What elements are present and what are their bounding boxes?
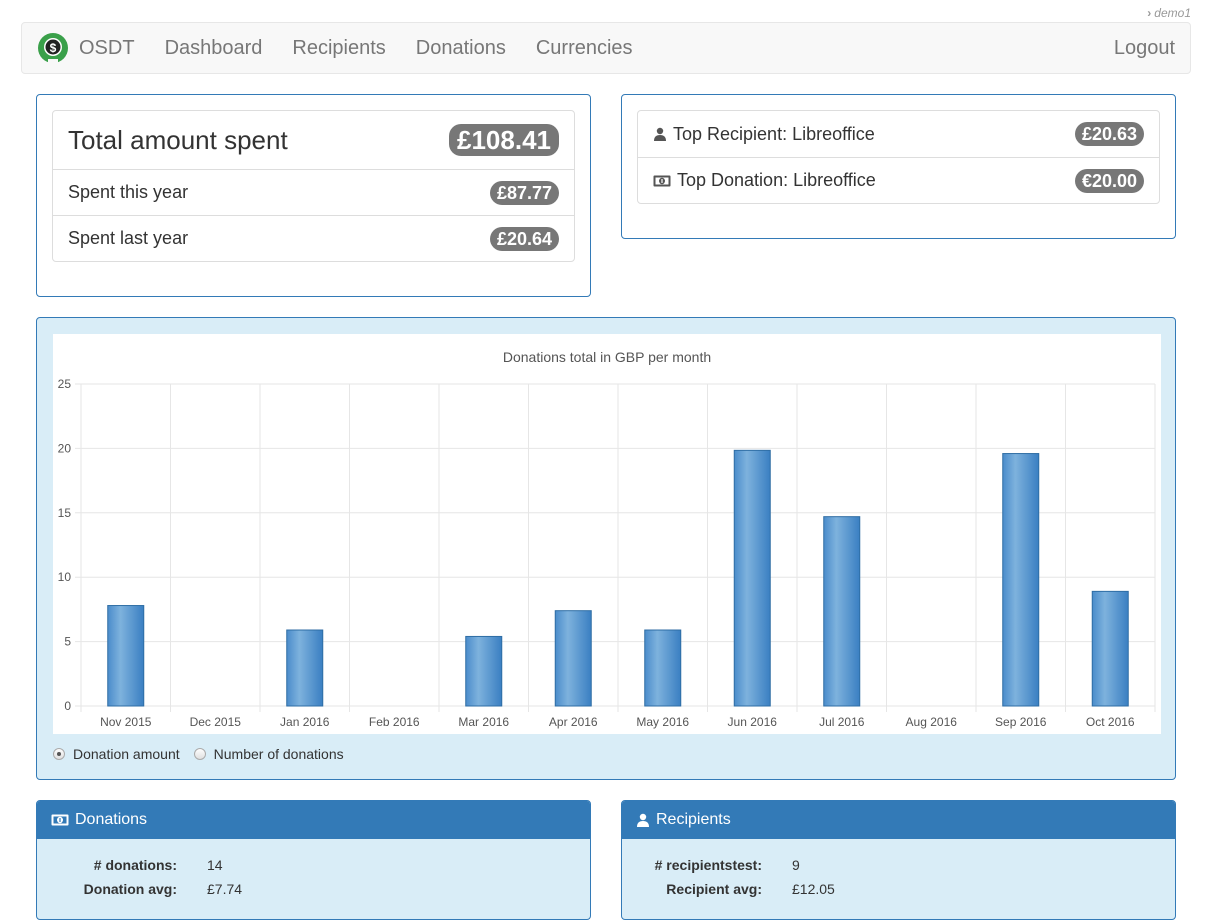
chart-title: Donations total in GBP per month: [503, 349, 711, 365]
x-tick-label: Jul 2016: [819, 715, 865, 729]
x-axis-ticks: Nov 2015 Dec 2015 Jan 2016 Feb 2016 Mar 2016…: [100, 715, 1135, 729]
donations-bar-chart: Donations total in GBP per month 0 5 10 15 2…: [58, 349, 1156, 729]
y-tick-label: 20: [58, 441, 72, 455]
x-tick-label: Apr 2016: [549, 715, 598, 729]
y-tick-label: 15: [58, 506, 72, 520]
top-donation-label: Top Donation: Libreoffice: [677, 170, 876, 190]
x-tick-label: Jun 2016: [728, 715, 778, 729]
stat-row: Donation avg: £7.74: [37, 877, 590, 901]
spent-last-year-label: Spent last year: [68, 228, 189, 248]
total-spent-label: Total amount spent: [68, 124, 288, 155]
spent-this-year-label: Spent this year: [68, 182, 189, 202]
spent-this-year-badge: £87.77: [489, 180, 559, 205]
y-tick-label: 10: [58, 570, 72, 584]
top-recipient-badge: £20.63: [1074, 122, 1144, 146]
spent-last-year-item: Spent last year £20.64: [53, 215, 574, 261]
radio-donation-amount-dot[interactable]: [53, 748, 65, 760]
y-axis-ticks: 0 5 10 15 20 25: [58, 377, 72, 713]
top-recipient-label: Top Recipient: Libreoffice: [673, 123, 875, 144]
donations-panel-heading: Donations: [37, 801, 590, 839]
brand[interactable]: $ OSDT: [37, 32, 135, 64]
x-tick-label: Oct 2016: [1086, 715, 1135, 729]
chart-container: Donations total in GBP per month 0 5 10 15 2…: [53, 334, 1161, 734]
top-donation-item: Top Donation: Libreoffice €20.00: [638, 157, 1159, 203]
bar-jun-2016[interactable]: [733, 449, 771, 707]
radio-donation-amount-label: Donation amount: [73, 746, 180, 762]
stat-row: Recipient avg: £12.05: [622, 877, 1175, 901]
stat-row: # recipientstest: 9: [622, 853, 1175, 877]
stat-value: £12.05: [792, 881, 835, 897]
user-icon: [637, 813, 649, 827]
recipients-panel-heading: Recipients: [622, 801, 1175, 839]
spent-last-year-badge: £20.64: [489, 226, 559, 251]
stat-key: # donations:: [93, 857, 177, 873]
x-tick-label: Sep 2016: [995, 715, 1047, 729]
bar-nov-2015[interactable]: [107, 605, 145, 707]
radio-number-of-donations[interactable]: Number of donations: [193, 746, 344, 762]
bar-apr-2016[interactable]: [554, 610, 592, 707]
money-icon: [51, 814, 69, 826]
username: demo1: [1154, 6, 1191, 20]
radio-number-of-donations-label: Number of donations: [213, 746, 344, 762]
radio-donation-amount[interactable]: Donation amount: [53, 746, 180, 762]
current-user[interactable]: › demo1: [1147, 6, 1191, 20]
dollar-logo-icon: $: [38, 33, 68, 64]
recipients-stats-panel: Recipients # recipientstest: 9 Recipient…: [621, 800, 1176, 920]
bar-jul-2016[interactable]: [823, 516, 861, 707]
x-tick-label: Nov 2015: [100, 715, 152, 729]
nav-donations[interactable]: Donations: [416, 37, 506, 60]
x-tick-label: May 2016: [636, 715, 689, 729]
totals-panel: Total amount spent £108.41 Spent this ye…: [36, 94, 591, 297]
total-spent-badge: £108.41: [449, 124, 559, 156]
totals-list: Total amount spent £108.41 Spent this ye…: [52, 110, 575, 262]
x-tick-label: Mar 2016: [458, 715, 509, 729]
nav-recipients[interactable]: Recipients: [292, 37, 385, 60]
top-donation-badge: €20.00: [1074, 168, 1144, 193]
svg-text:$: $: [50, 41, 57, 55]
stat-value: 14: [207, 857, 223, 873]
chevron-right-icon: ›: [1147, 6, 1152, 20]
brand-name: OSDT: [79, 36, 135, 59]
donations-stats-panel: Donations # donations: 14 Donation avg: …: [36, 800, 591, 920]
bar-mar-2016[interactable]: [465, 635, 503, 707]
money-icon: [653, 175, 671, 186]
top-items-list: Top Recipient: Libreoffice £20.63 Top Do…: [637, 110, 1160, 204]
y-tick-label: 0: [64, 699, 71, 713]
top-items-panel: Top Recipient: Libreoffice £20.63 Top Do…: [621, 94, 1176, 239]
donations-panel-title: Donations: [75, 811, 148, 828]
y-tick-label: 25: [58, 377, 72, 391]
chart-grid: [75, 383, 1156, 712]
stat-value: 9: [792, 857, 800, 873]
stat-key: # recipientstest:: [654, 857, 762, 873]
x-tick-label: Aug 2016: [906, 715, 958, 729]
recipients-panel-title: Recipients: [656, 811, 731, 828]
x-tick-label: Feb 2016: [369, 715, 420, 729]
nav-currencies[interactable]: Currencies: [536, 37, 633, 60]
x-tick-label: Jan 2016: [280, 715, 330, 729]
navbar: $ OSDT Dashboard Recipients Donations Cu…: [21, 22, 1191, 74]
top-recipient-item: Top Recipient: Libreoffice £20.63: [638, 111, 1159, 157]
y-tick-label: 5: [64, 635, 71, 649]
bar-sep-2016[interactable]: [1002, 453, 1040, 707]
bar-oct-2016[interactable]: [1091, 590, 1129, 707]
radio-number-of-donations-dot[interactable]: [193, 748, 206, 760]
stat-key: Recipient avg:: [666, 881, 762, 897]
total-spent-item: Total amount spent £108.41: [53, 111, 574, 169]
user-icon: [654, 127, 666, 141]
bar-may-2016[interactable]: [644, 629, 682, 707]
bar-jan-2016[interactable]: [286, 629, 324, 707]
chart-mode-toggle: Donation amount Number of donations: [53, 746, 358, 762]
stat-value: £7.74: [207, 881, 243, 897]
stat-row: # donations: 14: [37, 853, 590, 877]
x-tick-label: Dec 2015: [190, 715, 242, 729]
stat-key: Donation avg:: [83, 881, 177, 897]
nav-dashboard[interactable]: Dashboard: [165, 37, 263, 60]
spent-this-year-item: Spent this year £87.77: [53, 169, 574, 215]
logout-link[interactable]: Logout: [1114, 37, 1175, 60]
chart-panel: Donations total in GBP per month 0 5 10 15 2…: [36, 317, 1176, 780]
